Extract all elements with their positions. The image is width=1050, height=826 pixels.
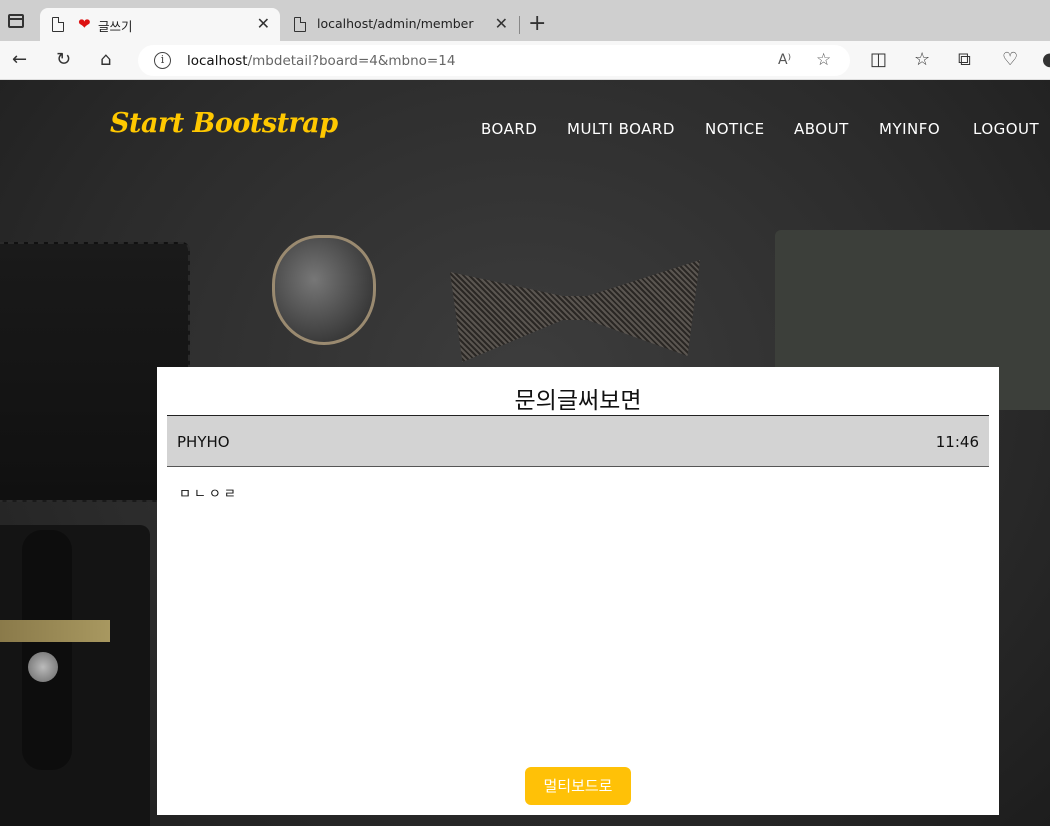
tab-title: localhost/admin/member (317, 16, 474, 31)
refresh-icon[interactable]: ↻ (56, 49, 71, 71)
url-path: /mbdetail?board=4&mbno=14 (247, 53, 456, 69)
post-author: PHYHO (177, 433, 230, 451)
background-bowtie-image (450, 260, 700, 362)
page-icon (52, 17, 64, 32)
brand-logo[interactable]: Start Bootstrap (110, 108, 338, 139)
background-strap-image (22, 530, 72, 770)
post-body: ㅁㄴㅇㄹ (179, 487, 239, 502)
url-host: localhost (187, 53, 248, 69)
browser-essentials-icon[interactable]: ♡ (1002, 49, 1018, 71)
close-tab-icon[interactable]: ✕ (257, 14, 270, 33)
nav-multi-board[interactable]: MULTI BOARD (567, 120, 675, 138)
post-detail-card: 문의글써보면 PHYHO 11:46 ㅁㄴㅇㄹ 멀티보드로 (157, 367, 999, 815)
heart-icon: ❤ (78, 15, 91, 33)
background-snap-image (28, 652, 58, 682)
new-tab-icon[interactable]: + (528, 12, 546, 36)
post-title: 문의글써보면 (514, 388, 642, 414)
site-navbar: Start Bootstrap BOARD MULTI BOARD NOTICE… (0, 80, 1050, 176)
page-viewport: Start Bootstrap BOARD MULTI BOARD NOTICE… (0, 80, 1050, 826)
site-info-icon[interactable]: i (154, 52, 171, 69)
nav-logout[interactable]: LOGOUT (973, 120, 1039, 138)
tab-divider (519, 16, 520, 34)
url-text: localhost/mbdetail?board=4&mbno=14 (187, 53, 455, 69)
favorite-star-icon[interactable]: ☆ (816, 50, 831, 70)
back-arrow-icon[interactable]: ← (12, 49, 27, 71)
read-aloud-icon[interactable]: A⁾ (778, 52, 791, 68)
address-bar[interactable]: i localhost/mbdetail?board=4&mbno=14 A⁾ … (138, 45, 850, 76)
background-card-image (0, 620, 110, 642)
nav-board[interactable]: BOARD (481, 120, 537, 138)
nav-myinfo[interactable]: MYINFO (879, 120, 940, 138)
nav-about[interactable]: ABOUT (794, 120, 849, 138)
tab-title: 글쓰기 (98, 19, 133, 34)
nav-notice[interactable]: NOTICE (705, 120, 765, 138)
browser-tab-bar: ❤ 글쓰기 ✕ localhost/admin/member ✕ + (0, 0, 1050, 41)
background-sunglasses-image (272, 235, 376, 345)
tab-active[interactable]: ❤ 글쓰기 ✕ (40, 8, 280, 41)
tab-actions-icon[interactable] (8, 14, 24, 28)
page-icon (294, 17, 306, 32)
close-tab-icon[interactable]: ✕ (495, 14, 508, 33)
post-meta-row: PHYHO 11:46 (167, 415, 989, 467)
favorites-icon[interactable]: ☆ (914, 49, 930, 71)
tab-inactive[interactable]: localhost/admin/member ✕ (282, 8, 518, 41)
profile-icon[interactable]: ● (1042, 49, 1050, 71)
collections-icon[interactable]: ⧉ (958, 49, 971, 71)
home-icon[interactable]: ⌂ (100, 49, 111, 71)
back-to-multiboard-button[interactable]: 멀티보드로 (525, 767, 631, 805)
split-screen-icon[interactable]: ◫ (870, 49, 887, 71)
browser-toolbar: ← ↻ ⌂ i localhost/mbdetail?board=4&mbno=… (0, 41, 1050, 80)
post-time: 11:46 (935, 433, 979, 451)
